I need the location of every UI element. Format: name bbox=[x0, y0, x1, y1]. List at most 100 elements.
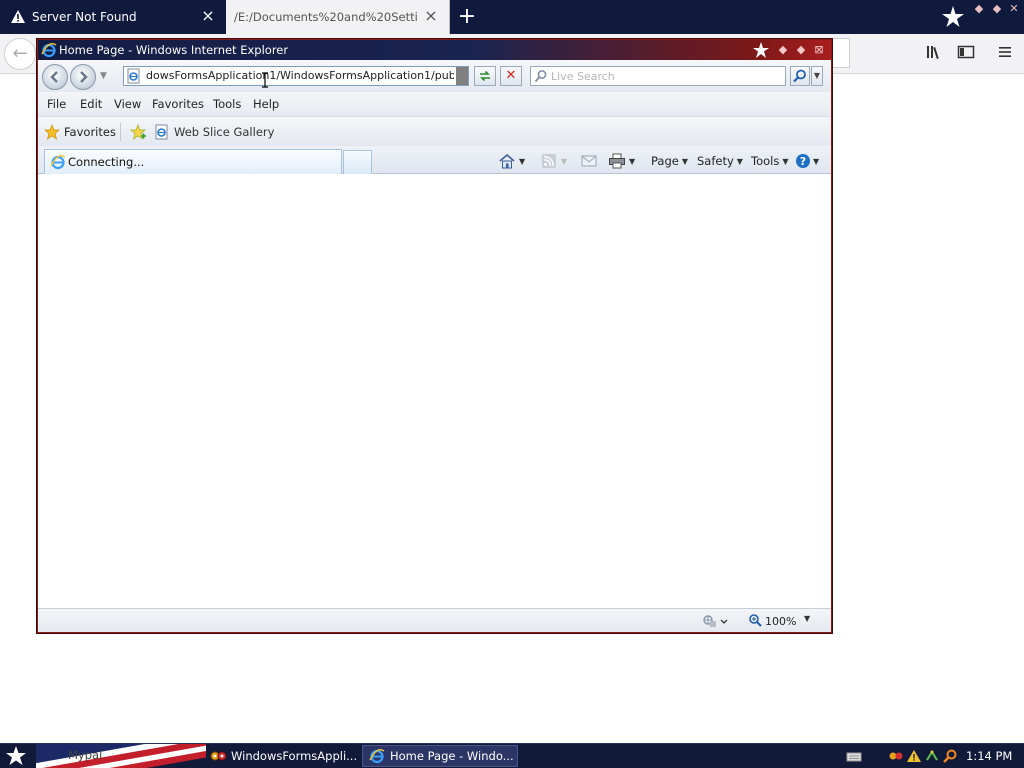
home-button[interactable]: ▼ bbox=[498, 152, 525, 170]
ie-window-title: Home Page - Windows Internet Explorer bbox=[59, 43, 289, 57]
tools-menu-label: Tools bbox=[751, 154, 780, 168]
back-button[interactable]: ← bbox=[4, 38, 36, 70]
outer-url-bar-edge[interactable] bbox=[830, 38, 850, 68]
ie-new-tab-button[interactable] bbox=[343, 150, 372, 174]
svg-text:?: ? bbox=[800, 155, 806, 168]
ie-titlebar[interactable]: Home Page - Windows Internet Explorer ◆ … bbox=[38, 40, 831, 60]
star-icon bbox=[940, 4, 966, 30]
taskbar-clock: 1:14 PM bbox=[966, 749, 1013, 763]
ie-status-bar: 100% ▼ bbox=[38, 608, 831, 632]
close-window-icon[interactable]: ✕ bbox=[1007, 2, 1021, 16]
read-mail-button[interactable] bbox=[580, 152, 598, 170]
close-tab-icon[interactable]: × bbox=[200, 8, 216, 24]
flag-banner-label: Mypal bbox=[68, 748, 103, 762]
menu-tools[interactable]: Tools bbox=[213, 97, 241, 111]
new-tab-button[interactable]: + bbox=[454, 4, 480, 30]
menu-file[interactable]: File bbox=[47, 97, 66, 111]
ie-icon bbox=[369, 748, 385, 764]
address-dropdown-button[interactable] bbox=[456, 67, 468, 85]
print-button[interactable]: ▼ bbox=[608, 152, 635, 170]
zoom-level: 100% bbox=[765, 614, 797, 628]
search-input[interactable] bbox=[551, 68, 781, 84]
start-button[interactable] bbox=[4, 745, 28, 767]
zoom-button[interactable]: 100% bbox=[748, 613, 796, 629]
menu-view[interactable]: View bbox=[114, 97, 141, 111]
library-icon[interactable] bbox=[924, 44, 944, 64]
ie-forward-button[interactable] bbox=[70, 64, 96, 90]
tab-local-file[interactable]: /E:/Documents%20and%20Settings/M × bbox=[226, 0, 450, 34]
app-icon bbox=[210, 748, 227, 764]
tab-title: /E:/Documents%20and%20Settings/M bbox=[234, 10, 418, 24]
sidebar-icon[interactable] bbox=[956, 44, 976, 64]
text-cursor-icon bbox=[262, 72, 268, 88]
maximize-icon[interactable]: ◆ bbox=[990, 2, 1004, 16]
stop-button[interactable]: ✕ bbox=[500, 66, 522, 86]
tab-server-not-found[interactable]: Server Not Found × bbox=[0, 0, 226, 34]
ie-page-icon bbox=[154, 124, 170, 140]
live-search-box[interactable] bbox=[530, 66, 786, 86]
ie-tab-connecting[interactable]: Connecting... bbox=[44, 149, 342, 174]
safety-menu-label: Safety bbox=[697, 154, 734, 168]
safety-menu-button[interactable]: Safety ▼ bbox=[697, 152, 743, 170]
tray-network-icon[interactable] bbox=[924, 749, 940, 763]
outer-tab-strip: Server Not Found × /E:/Documents%20and%2… bbox=[0, 0, 1024, 34]
address-url[interactable]: dowsFormsApplication1/WindowsFormsApplic… bbox=[146, 69, 454, 82]
tab-title: Server Not Found bbox=[32, 10, 137, 24]
zoom-icon bbox=[748, 613, 762, 630]
ie-address-row: ▼ dowsFormsApplication1/WindowsFormsAppl… bbox=[38, 60, 831, 92]
taskbar-item-label: Home Page - Windo... bbox=[390, 749, 514, 763]
menu-favorites[interactable]: Favorites bbox=[152, 97, 204, 111]
ie-back-button[interactable] bbox=[42, 64, 68, 90]
menu-icon[interactable] bbox=[995, 44, 1015, 64]
history-dropdown-icon[interactable]: ▼ bbox=[100, 71, 107, 81]
print-icon bbox=[608, 153, 626, 169]
web-slice-gallery-link[interactable]: Web Slice Gallery bbox=[154, 123, 274, 141]
tray-app-icon[interactable] bbox=[888, 749, 904, 763]
favorites-button[interactable]: Favorites bbox=[44, 123, 116, 141]
ie-page-content[interactable] bbox=[38, 174, 831, 608]
ie-address-bar[interactable]: dowsFormsApplication1/WindowsFormsApplic… bbox=[123, 66, 469, 86]
search-go-button[interactable] bbox=[790, 66, 810, 86]
keyboard-icon[interactable] bbox=[846, 749, 862, 763]
help-button[interactable]: ? ▼ bbox=[795, 152, 819, 170]
web-slice-gallery-label: Web Slice Gallery bbox=[174, 125, 275, 139]
rss-feed-icon bbox=[540, 153, 558, 169]
divider bbox=[120, 123, 121, 141]
favorites-label: Favorites bbox=[64, 125, 116, 139]
ie-logo-icon bbox=[41, 42, 57, 58]
minimize-icon[interactable]: ◆ bbox=[776, 43, 790, 57]
ie-command-row: Connecting... ▼ ▼ ▼ Page ▼ Safety ▼ Tool… bbox=[38, 146, 831, 174]
security-zone-button[interactable] bbox=[702, 613, 730, 629]
ie-loading-icon bbox=[50, 154, 66, 170]
feeds-button[interactable]: ▼ bbox=[540, 152, 567, 170]
search-options-dropdown[interactable]: ▼ bbox=[811, 66, 823, 86]
refresh-button[interactable] bbox=[474, 66, 496, 86]
search-icon bbox=[534, 69, 548, 83]
add-favorite-icon[interactable] bbox=[129, 123, 147, 141]
warning-icon bbox=[10, 9, 26, 25]
ie-menu-bar: File Edit View Favorites Tools Help bbox=[38, 92, 831, 116]
page-menu-label: Page bbox=[651, 154, 679, 168]
page-icon bbox=[126, 68, 142, 84]
home-icon bbox=[498, 153, 516, 169]
zoom-dropdown-icon[interactable]: ▼ bbox=[804, 614, 810, 623]
mail-icon bbox=[580, 153, 598, 169]
star-icon bbox=[752, 41, 770, 59]
tools-menu-button[interactable]: Tools ▼ bbox=[751, 152, 789, 170]
taskbar-item-windowsformsapp[interactable]: WindowsFormsAppli... bbox=[204, 745, 360, 767]
tray-search-icon[interactable] bbox=[942, 749, 958, 763]
page-menu-button[interactable]: Page ▼ bbox=[651, 152, 688, 170]
menu-help[interactable]: Help bbox=[253, 97, 279, 111]
favorites-star-icon bbox=[44, 124, 60, 140]
taskbar: Mypal WindowsFormsAppli... Home Page - W… bbox=[0, 743, 1024, 768]
menu-edit[interactable]: Edit bbox=[80, 97, 102, 111]
ie-tab-label: Connecting... bbox=[68, 155, 145, 169]
close-window-icon[interactable]: ⊠ bbox=[812, 43, 826, 57]
minimize-icon[interactable]: ◆ bbox=[972, 2, 986, 16]
help-icon: ? bbox=[795, 153, 813, 169]
maximize-icon[interactable]: ◆ bbox=[794, 43, 808, 57]
taskbar-flag-banner: Mypal bbox=[36, 744, 206, 768]
taskbar-item-home-page[interactable]: Home Page - Windo... bbox=[362, 745, 518, 767]
tray-warning-icon[interactable] bbox=[906, 749, 922, 763]
close-tab-icon[interactable]: × bbox=[423, 8, 439, 24]
